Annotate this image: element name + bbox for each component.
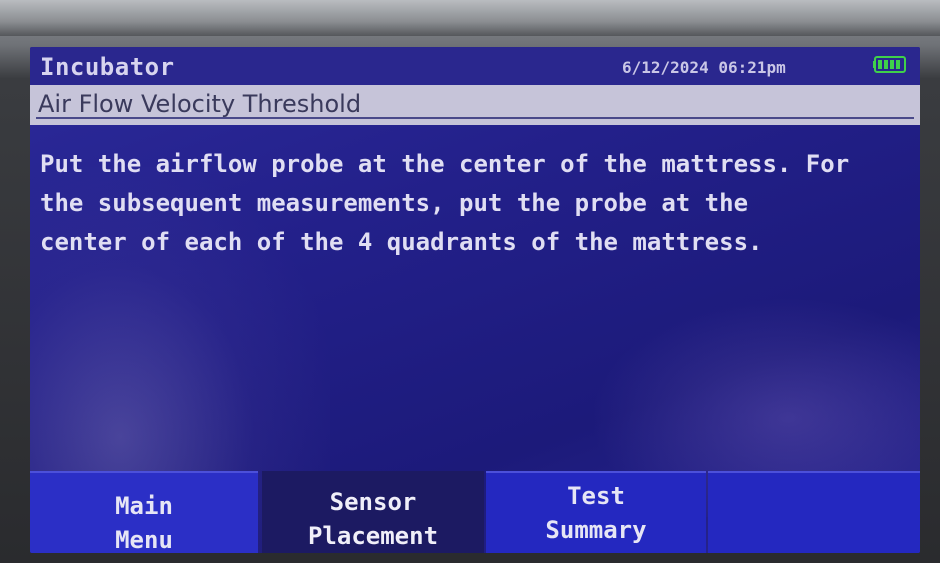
instruction-text: Put the airflow probe at the center of t… bbox=[40, 150, 850, 256]
softkey-label-line2: Summary bbox=[545, 516, 647, 544]
main-menu-button[interactable]: Main Menu bbox=[30, 471, 258, 553]
softkey-label-line1: Sensor bbox=[329, 488, 417, 516]
screen-subtitle: Air Flow Velocity Threshold bbox=[38, 90, 362, 118]
datetime: 6/12/2024 06:21pm bbox=[622, 58, 786, 77]
app-title: Incubator bbox=[40, 53, 175, 81]
test-summary-button[interactable]: Test Summary bbox=[486, 471, 706, 553]
softkey-label-line2: Placement bbox=[307, 522, 439, 550]
status-bar: Incubator 6/12/2024 06:21pm bbox=[30, 47, 920, 85]
softkey-bar: Main Menu Sensor Placement Test Summary bbox=[30, 471, 920, 553]
softkey-label-line1: Main bbox=[115, 492, 173, 520]
display-screen: Incubator 6/12/2024 06:21pm Air Flow Vel… bbox=[30, 47, 920, 553]
softkey-label-line1: Test bbox=[567, 482, 625, 510]
battery-full-icon bbox=[873, 56, 906, 73]
device-body: Incubator 6/12/2024 06:21pm Air Flow Vel… bbox=[0, 0, 940, 563]
device-bezel bbox=[0, 0, 940, 36]
blank-softkey-button[interactable] bbox=[708, 471, 920, 553]
sensor-placement-button[interactable]: Sensor Placement bbox=[262, 471, 484, 553]
softkey-label-line2: Menu bbox=[115, 526, 173, 553]
subtitle-bar: Air Flow Velocity Threshold bbox=[30, 85, 920, 125]
